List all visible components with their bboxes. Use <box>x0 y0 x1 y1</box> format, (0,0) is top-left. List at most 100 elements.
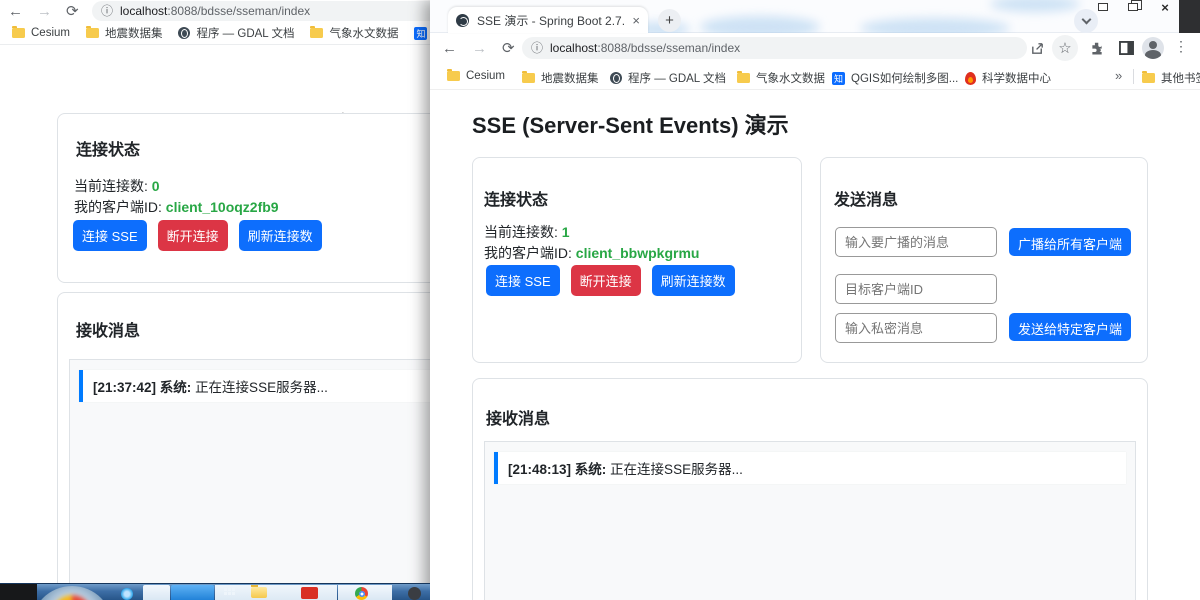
private-message-input[interactable] <box>835 313 997 343</box>
connection-count: 当前连接数: 1 <box>484 224 570 240</box>
bookmark-qgis[interactable]: 知QGIS如何绘制多图... <box>832 70 958 86</box>
send-private-button[interactable]: 发送给特定客户端 <box>1009 313 1132 341</box>
browser-tab[interactable]: SSE 演示 - Spring Boot 2.7.8 × <box>448 7 648 33</box>
receive-messages-card: 接收消息 [21:48:13] 系统: 正在连接SSE服务器... <box>472 378 1148 600</box>
folder-icon <box>310 26 324 38</box>
reload-icon[interactable]: ⟳ <box>66 4 79 19</box>
message-item: [21:37:42] 系统: 正在连接SSE服务器... <box>79 370 430 402</box>
message-item: [21:48:13] 系统: 正在连接SSE服务器... <box>494 452 1126 484</box>
close-window-button[interactable]: × <box>1154 0 1176 15</box>
refresh-count-button[interactable]: 刷新连接数 <box>238 220 322 251</box>
bookmarks-bar: Cesium 地震数据集 程序 — GDAL 文档 气象水文数据 知 QGIS如何… <box>430 63 1200 90</box>
star-icon[interactable]: ☆ <box>1055 38 1075 58</box>
minimize-button[interactable] <box>1092 0 1114 14</box>
client-id: 我的客户端ID: client_10oqz2fb9 <box>74 199 279 215</box>
zhihu-icon: 知 <box>832 71 845 85</box>
restore-icon <box>1128 0 1142 11</box>
restore-button[interactable] <box>1122 0 1144 14</box>
forward-icon[interactable]: → <box>37 4 52 19</box>
spring-boot-favicon <box>456 13 469 27</box>
refresh-count-button[interactable]: 刷新连接数 <box>651 265 735 296</box>
bookmark-cesium[interactable]: Cesium <box>447 69 505 82</box>
folder-icon <box>12 26 25 38</box>
bookmark-earthquake-data[interactable]: 地震数据集 <box>522 70 599 86</box>
chrome-menu-icon[interactable]: ⋮ <box>1174 38 1188 55</box>
connection-heading: 连接状态 <box>76 142 141 159</box>
reload-icon[interactable]: ⟳ <box>502 41 515 56</box>
bookmark-weather-data[interactable]: 气象水文数据 <box>310 25 398 41</box>
broadcast-message-input[interactable] <box>835 227 997 257</box>
taskbar-dark-app-button[interactable] <box>0 584 37 600</box>
connect-sse-button[interactable]: 连接 SSE <box>486 265 560 296</box>
back-icon[interactable]: ← <box>442 41 457 56</box>
extensions-puzzle-icon[interactable] <box>1086 38 1106 58</box>
folder-icon <box>737 71 750 83</box>
left-bookmarks-bar: Cesium 地震数据集 程序 — GDAL 文档 气象水文数据 知QGIS如何… <box>0 22 430 45</box>
client-id-value: client_bbwpkgrmu <box>575 245 700 261</box>
profile-avatar[interactable] <box>1142 37 1164 59</box>
client-id-value: client_10oqz2fb9 <box>165 199 279 215</box>
right-browser-window: SSE 演示 - Spring Boot 2.7.8 × + × ← → ⟳ ⓘ… <box>430 0 1200 600</box>
broadcast-button[interactable]: 广播给所有客户端 <box>1009 228 1132 256</box>
connection-status-card: 连接状态 当前连接数: 0 我的客户端ID: client_10oqz2fb9 … <box>57 113 430 283</box>
bookmark-cesium[interactable]: Cesium <box>12 26 70 39</box>
site-info-icon[interactable]: ⓘ <box>531 42 543 54</box>
zhihu-icon: 知 <box>414 26 428 40</box>
browser-taskbar-icon[interactable] <box>121 588 133 600</box>
start-button[interactable] <box>31 586 113 600</box>
chrome-icon[interactable] <box>355 587 368 600</box>
connection-count-value: 0 <box>151 178 160 194</box>
dark-app-icon[interactable] <box>408 587 421 600</box>
connection-count-value: 1 <box>561 224 570 240</box>
grid-dots-icon <box>224 588 227 591</box>
url-text: localhost:8088/bdsse/sseman/index <box>120 4 311 18</box>
send-heading: 发送消息 <box>834 192 899 209</box>
explorer-folder-icon[interactable] <box>251 585 267 598</box>
bookmark-earthquake-data[interactable]: 地震数据集 <box>85 25 162 41</box>
left-page: SSE (Server-Sent Events) 演示 连接状态 当前连接数: … <box>0 45 430 600</box>
bookmark-weather-data[interactable]: 气象水文数据 <box>737 70 825 86</box>
page-title: SSE (Server-Sent Events) 演示 <box>472 113 789 138</box>
other-bookmarks[interactable]: 其他书签 <box>1142 70 1200 86</box>
receive-heading: 接收消息 <box>76 323 141 340</box>
client-id: 我的客户端ID: client_bbwpkgrmu <box>484 245 700 261</box>
taskbar-active-app-button[interactable] <box>171 585 214 600</box>
message-list[interactable]: [21:48:13] 系统: 正在连接SSE服务器... <box>484 441 1136 600</box>
fire-icon <box>965 71 976 85</box>
connection-count: 当前连接数: 0 <box>74 178 160 194</box>
disconnect-button[interactable]: 断开连接 <box>157 220 228 251</box>
forward-icon[interactable]: → <box>472 41 487 56</box>
connect-sse-button[interactable]: 连接 SSE <box>73 220 147 251</box>
taskbar-app-button[interactable] <box>143 585 170 600</box>
target-client-input[interactable] <box>835 274 997 304</box>
tab-close-icon[interactable]: × <box>632 14 640 27</box>
disconnect-button[interactable]: 断开连接 <box>570 265 641 296</box>
send-message-card: 发送消息 广播给所有客户端 发送给特定客户端 <box>820 157 1148 363</box>
address-bar[interactable]: ⓘ localhost:8088/bdsse/sseman/index <box>522 37 1027 59</box>
chevron-down-icon <box>1081 14 1091 25</box>
message-list[interactable]: [21:37:42] 系统: 正在连接SSE服务器... <box>69 359 430 600</box>
share-icon[interactable] <box>1027 38 1047 58</box>
red-app-icon[interactable] <box>301 587 318 599</box>
bookmarks-overflow-button[interactable]: » <box>1115 68 1122 83</box>
folder-icon <box>1142 71 1155 83</box>
globe-icon <box>610 72 622 84</box>
bookmark-qgis[interactable]: 知QGIS如何绘制多图... <box>414 25 430 41</box>
site-info-icon[interactable]: ⓘ <box>101 5 113 17</box>
wallpaper-blur-blob <box>990 0 1080 12</box>
folder-icon <box>447 69 460 81</box>
folder-icon <box>85 26 99 38</box>
globe-icon <box>178 27 191 39</box>
tab-strip: SSE 演示 - Spring Boot 2.7.8 × + × <box>430 0 1200 38</box>
bookmark-gdal-docs[interactable]: 程序 — GDAL 文档 <box>610 70 726 86</box>
back-icon[interactable]: ← <box>8 4 23 19</box>
left-address-bar[interactable]: ⓘ localhost:8088/bdsse/sseman/index <box>92 1 430 21</box>
left-browser-window: ← → ⟳ ⓘ localhost:8088/bdsse/sseman/inde… <box>0 0 430 600</box>
connection-heading: 连接状态 <box>484 192 549 209</box>
bookmark-gdal-docs[interactable]: 程序 — GDAL 文档 <box>178 25 294 41</box>
bookmark-science-data[interactable]: 科学数据中心 <box>965 70 1051 86</box>
taskbar-tray-area <box>215 585 337 600</box>
side-panel-icon[interactable] <box>1116 38 1136 58</box>
new-tab-button[interactable]: + <box>658 9 681 32</box>
receive-messages-card: 接收消息 [21:37:42] 系统: 正在连接SSE服务器... <box>57 292 430 600</box>
